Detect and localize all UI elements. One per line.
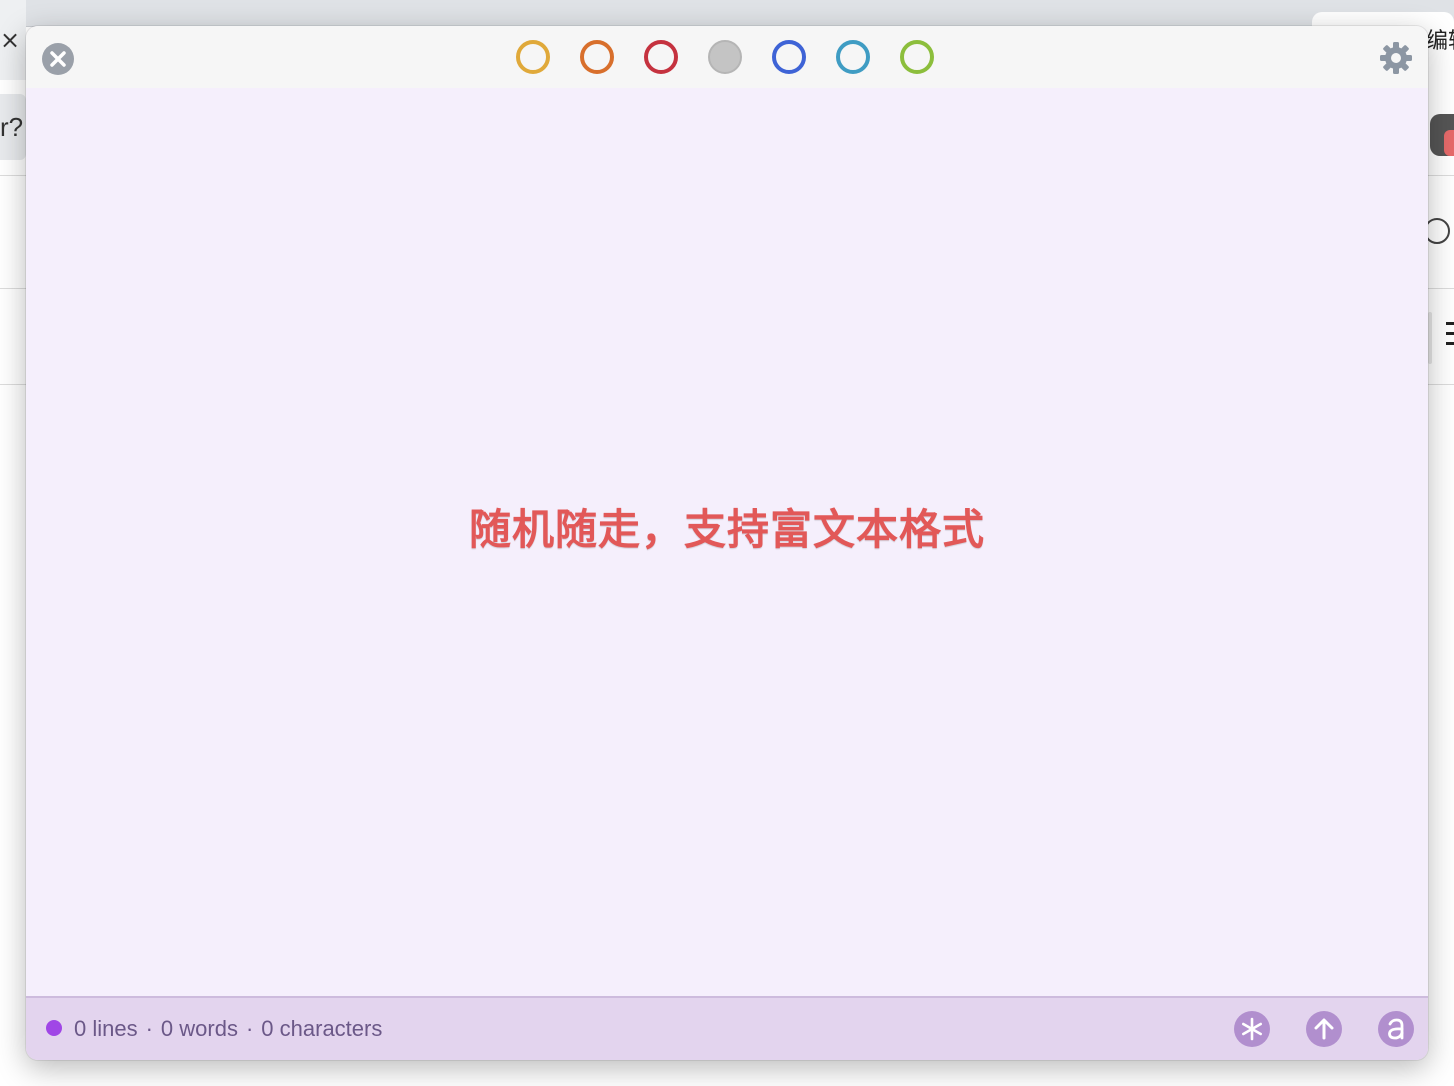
ring-green[interactable] <box>900 40 934 74</box>
divider <box>1428 384 1454 385</box>
divider <box>1428 175 1454 176</box>
separator: · <box>145 1016 153 1041</box>
line-count: 0 lines <box>74 1016 138 1041</box>
note-content: 随机随走，支持富文本格式 <box>468 506 985 553</box>
character-count: 0 characters <box>261 1016 383 1041</box>
words-count: 0 words <box>160 1016 238 1041</box>
avatar-badge <box>1444 130 1454 156</box>
asterisk-icon[interactable] <box>1234 1011 1270 1047</box>
divider <box>1428 288 1454 289</box>
status-dot <box>46 1020 62 1036</box>
browser-tab-strip <box>0 0 1454 27</box>
status-bar: 0 lines · 0 words · 0 characters <box>26 996 1428 1060</box>
note-window: 随机随走，支持富文本格式 0 lines · 0 words · 0 character… <box>26 26 1428 1060</box>
separator: · <box>245 1016 254 1041</box>
ring-gray[interactable] <box>708 40 742 74</box>
browser-right-tab-label: 编辑 <box>1426 28 1454 53</box>
letter-a-icon[interactable] <box>1378 1011 1414 1047</box>
note-editor[interactable]: 随机随走，支持富文本格式 <box>26 88 1428 996</box>
ring-red[interactable] <box>644 40 678 74</box>
title-bar <box>26 26 1428 88</box>
browser-tab-close-icon[interactable]: × <box>0 28 20 52</box>
ring-blue[interactable] <box>772 40 806 74</box>
ring-teal[interactable] <box>836 40 870 74</box>
ring-orange[interactable] <box>580 40 614 74</box>
divider <box>0 288 26 289</box>
divider <box>0 384 26 385</box>
panel-edge <box>1428 312 1432 364</box>
close-circle-icon[interactable] <box>42 43 74 75</box>
gear-icon[interactable] <box>1378 40 1414 76</box>
menu-icon[interactable] <box>1446 322 1454 352</box>
arrow-up-icon[interactable] <box>1306 1011 1342 1047</box>
browser-address-text: r? <box>0 112 24 142</box>
divider <box>0 175 26 176</box>
word-count: 0 lines · 0 words · 0 characters <box>74 1015 382 1043</box>
ring-yellow[interactable] <box>516 40 550 74</box>
